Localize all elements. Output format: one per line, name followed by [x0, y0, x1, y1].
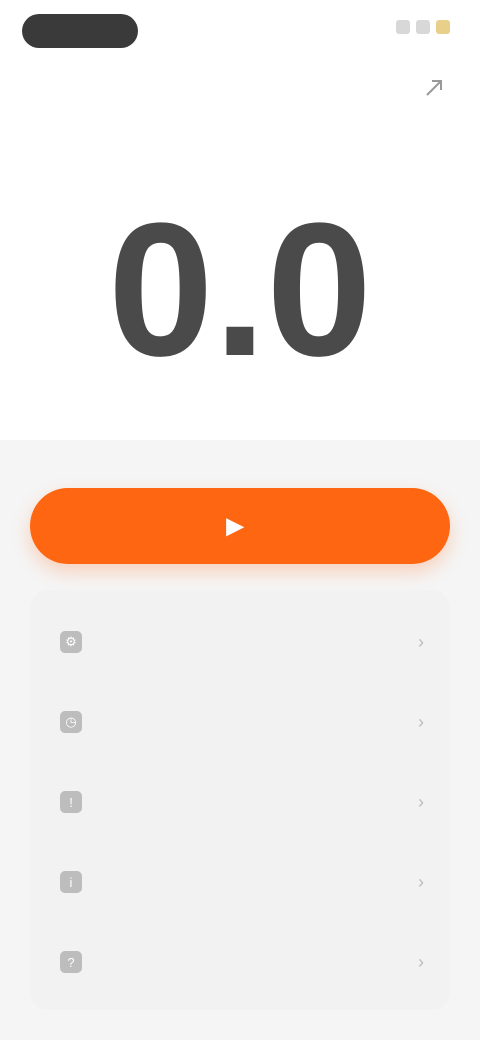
wifi-icon	[416, 20, 430, 34]
battery-icon	[436, 20, 450, 34]
share-icon[interactable]	[418, 72, 450, 104]
status-icons	[396, 20, 450, 34]
chevron-right-icon: ›	[418, 951, 424, 972]
settings-icon: ⚙	[60, 631, 82, 653]
share-icon-graphic	[426, 80, 442, 96]
chevron-right-icon: ›	[418, 791, 424, 812]
help-icon: ?	[60, 951, 82, 973]
time-pill	[22, 14, 138, 48]
chevron-right-icon: ›	[418, 871, 424, 892]
status-bar	[0, 0, 480, 60]
chevron-right-icon: ›	[418, 711, 424, 732]
play-icon: ▶	[226, 513, 244, 538]
setting-row-4[interactable]: i ›	[30, 842, 450, 922]
start-button[interactable]: ▶	[30, 488, 450, 564]
alert-icon: !	[60, 791, 82, 813]
speed-icon: ◷	[60, 711, 82, 733]
setting-row-5[interactable]: ? ›	[30, 922, 450, 1002]
setting-row-1[interactable]: ⚙ ›	[30, 602, 450, 682]
info-icon: i	[60, 871, 82, 893]
chevron-right-icon: ›	[418, 631, 424, 652]
setting-row-3[interactable]: ! ›	[30, 762, 450, 842]
app-title	[104, 72, 376, 136]
setting-row-2[interactable]: ◷ ›	[30, 682, 450, 762]
signal-icon	[396, 20, 410, 34]
settings-card: ⚙ › ◷ › ! › i › ? ›	[30, 590, 450, 1010]
speed-value: 0.0	[107, 184, 373, 396]
